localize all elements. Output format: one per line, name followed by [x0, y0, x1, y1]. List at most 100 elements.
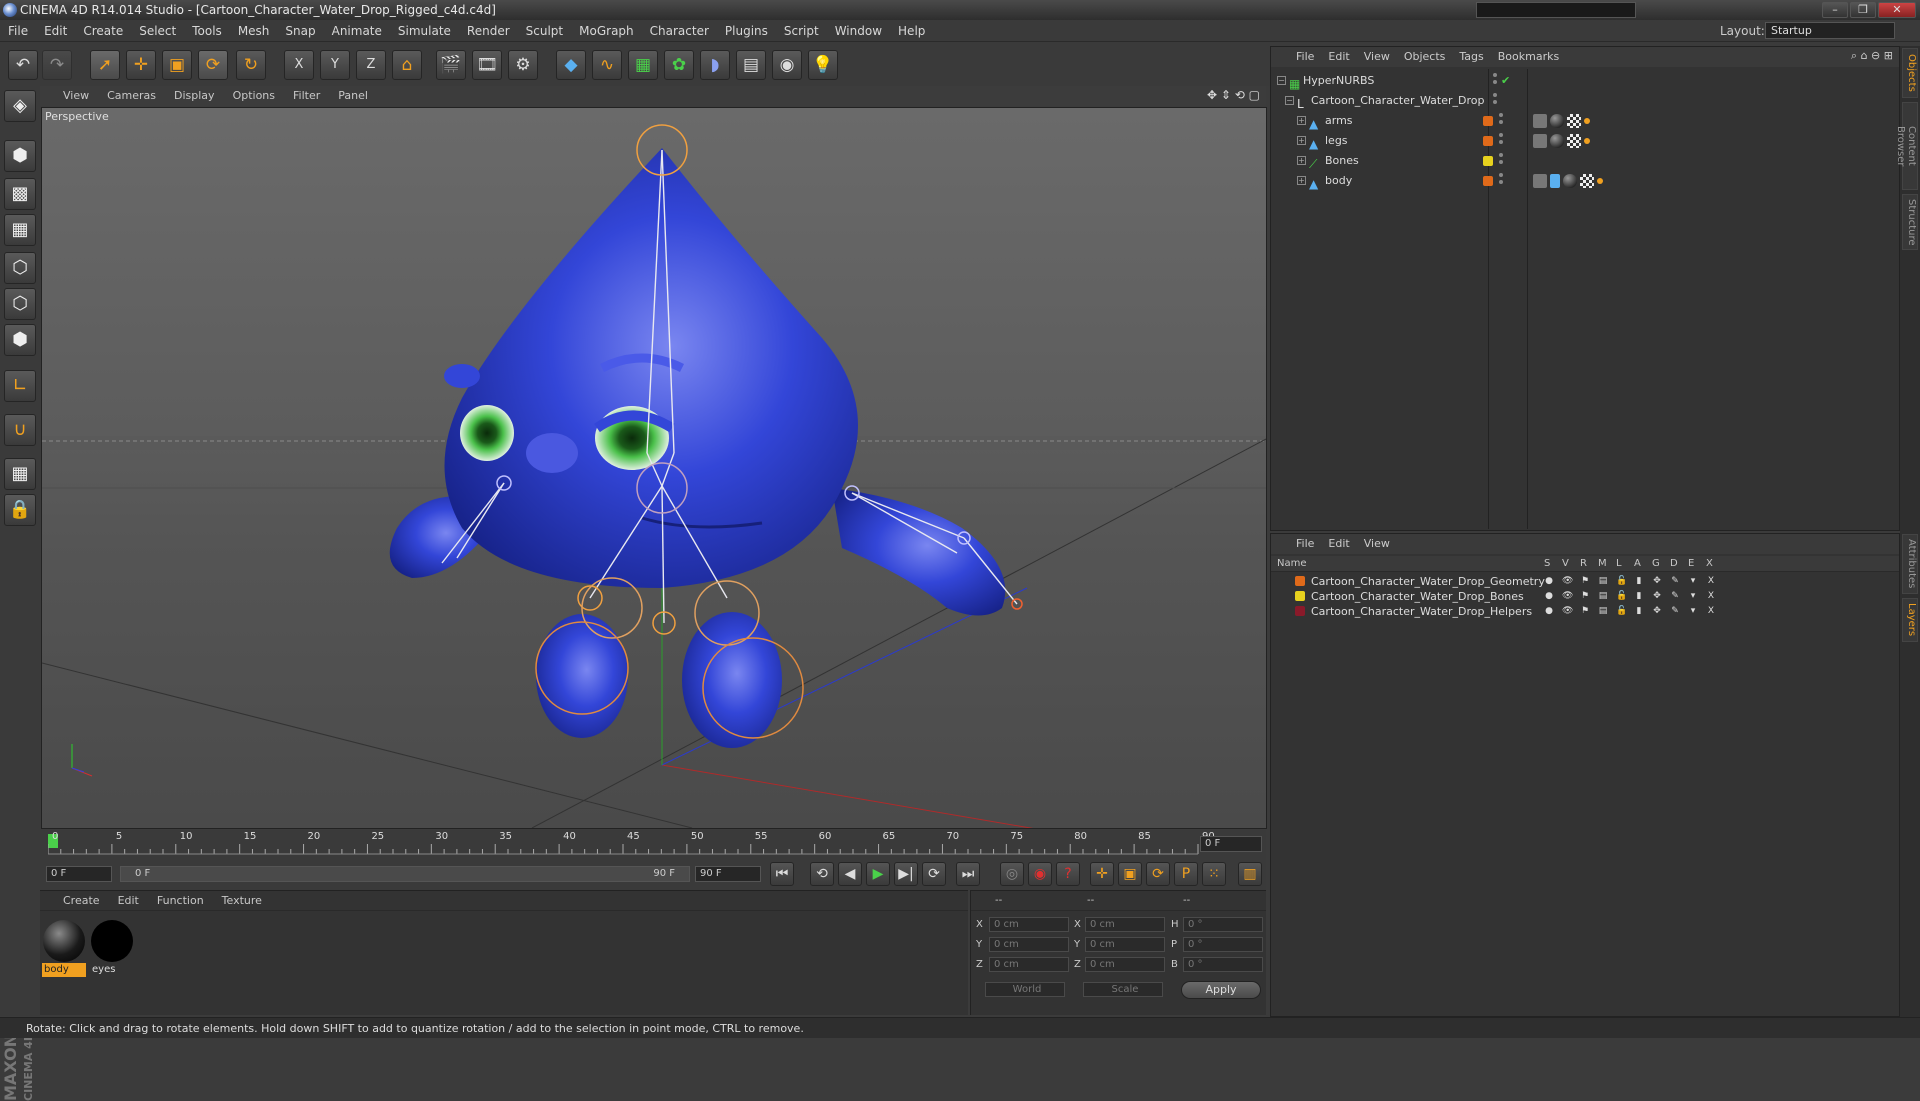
tab-objects[interactable]: Objects — [1902, 48, 1918, 98]
visibility-dots[interactable] — [1499, 173, 1503, 189]
layer-color-swatch[interactable] — [1295, 606, 1305, 616]
tab-layers[interactable]: Layers — [1902, 598, 1918, 642]
menu-mograph[interactable]: MoGraph — [571, 20, 642, 42]
visibility-dots[interactable] — [1499, 153, 1503, 169]
next-frame-icon[interactable]: ▶| — [894, 862, 918, 886]
object-tags[interactable] — [1533, 174, 1606, 188]
objmgr-search-home-icons[interactable]: ⌕ ⌂ ⊖ ⊞ — [1851, 49, 1893, 63]
layermgr-menu-edit[interactable]: Edit — [1321, 534, 1356, 554]
make-editable-icon[interactable]: ◈ — [4, 90, 36, 122]
viewport-menu-filter[interactable]: Filter — [284, 86, 329, 106]
size-mode-select[interactable]: Scale — [1083, 982, 1163, 997]
layer-row-geometry[interactable]: Cartoon_Character_Water_Drop_Geometry ● 👁… — [1271, 574, 1899, 589]
objmgr-menu-bookmarks[interactable]: Bookmarks — [1491, 47, 1566, 67]
object-tags[interactable] — [1533, 114, 1593, 128]
coordinate-system-icon[interactable]: ⌂ — [392, 50, 422, 80]
range-slider[interactable]: 0 F 90 F — [120, 866, 690, 882]
position-z-field[interactable]: 0 cm — [989, 957, 1069, 972]
scale-icon[interactable]: ▣ — [162, 50, 192, 80]
texture-mode-icon[interactable]: ▩ — [4, 178, 36, 210]
key-rotation-icon[interactable]: ⟳ — [1146, 862, 1170, 886]
viewport-nav-icons[interactable]: ✥ ⇕ ⟲ ▢ — [1207, 88, 1260, 102]
material-body[interactable]: body — [42, 919, 86, 977]
layermgr-menu-view[interactable]: View — [1357, 534, 1397, 554]
objmgr-menu-file[interactable]: File — [1289, 47, 1321, 67]
menu-snap[interactable]: Snap — [277, 20, 323, 42]
keyframe-selection-icon[interactable]: ? — [1056, 862, 1080, 886]
model-mode-icon[interactable]: ⬢ — [4, 140, 36, 172]
timeline-ruler[interactable]: 051015202530354045505560657075808590 0 F — [40, 830, 1266, 858]
workplane-icon[interactable]: ▦ — [4, 214, 36, 246]
light-icon[interactable]: 💡 — [808, 50, 838, 80]
move-icon[interactable]: ✛ — [126, 50, 156, 80]
polygons-mode-icon[interactable]: ⬢ — [4, 324, 36, 356]
render-view-icon[interactable]: 🎬 — [436, 50, 466, 80]
layer-color-swatch[interactable] — [1295, 576, 1305, 586]
rotation-h-field[interactable]: 0 ° — [1183, 917, 1263, 932]
menu-help[interactable]: Help — [890, 20, 933, 42]
tab-structure[interactable]: Structure — [1902, 194, 1918, 250]
autokey-icon[interactable]: ◉ — [1028, 862, 1052, 886]
cube-icon[interactable]: ◆ — [556, 50, 586, 80]
go-to-previous-key-icon[interactable]: ⟲ — [810, 862, 834, 886]
key-position-icon[interactable]: ✛ — [1090, 862, 1114, 886]
material-eyes[interactable]: eyes — [90, 919, 134, 977]
expand-toggle[interactable]: + — [1297, 156, 1306, 165]
menu-animate[interactable]: Animate — [324, 20, 390, 42]
menu-edit[interactable]: Edit — [36, 20, 75, 42]
camera-icon[interactable]: ◉ — [772, 50, 802, 80]
menu-simulate[interactable]: Simulate — [390, 20, 459, 42]
viewport-menu-panel[interactable]: Panel — [329, 86, 377, 106]
visibility-dots[interactable] — [1499, 113, 1503, 129]
layermgr-menu-file[interactable]: File — [1289, 534, 1321, 554]
go-to-end-icon[interactable]: ⏭ — [956, 862, 980, 886]
magnet-icon[interactable]: ∪ — [4, 414, 36, 446]
object-row-body[interactable]: + ▲ body — [1271, 171, 1899, 191]
menu-select[interactable]: Select — [131, 20, 184, 42]
size-z-field[interactable]: 0 cm — [1085, 957, 1165, 972]
x-axis-icon[interactable]: X — [284, 50, 314, 80]
points-mode-icon[interactable]: ⬡ — [4, 252, 36, 284]
menu-plugins[interactable]: Plugins — [717, 20, 776, 42]
rotate-icon[interactable]: ⟳ — [198, 50, 228, 80]
search-input[interactable] — [1476, 2, 1636, 18]
object-row-character[interactable]: − L Cartoon_Character_Water_Drop — [1271, 91, 1899, 111]
record-active-icon[interactable]: ◎ — [1000, 862, 1024, 886]
floor-icon[interactable]: ▤ — [736, 50, 766, 80]
play-icon[interactable]: ▶ — [866, 862, 890, 886]
object-row-bones[interactable]: + ⟋ Bones — [1271, 151, 1899, 171]
layer-row-bones[interactable]: Cartoon_Character_Water_Drop_Bones ● 👁 ⚑ ▤ 🔓… — [1271, 589, 1899, 604]
layer-row-helpers[interactable]: Cartoon_Character_Water_Drop_Helpers ● 👁 ⚑… — [1271, 604, 1899, 619]
current-frame-field[interactable]: 0 F — [1200, 836, 1262, 852]
object-tags[interactable] — [1533, 134, 1593, 148]
menu-create[interactable]: Create — [75, 20, 131, 42]
visibility-dots[interactable] — [1493, 93, 1497, 109]
expand-toggle[interactable]: + — [1297, 176, 1306, 185]
viewport-menu-cameras[interactable]: Cameras — [98, 86, 165, 106]
viewport-menu-view[interactable]: View — [54, 86, 98, 106]
apply-button[interactable]: Apply — [1181, 981, 1261, 999]
rotation-p-field[interactable]: 0 ° — [1183, 937, 1263, 952]
material-menu-function[interactable]: Function — [148, 891, 213, 911]
go-to-start-icon[interactable]: ⏮ — [770, 862, 794, 886]
menu-character[interactable]: Character — [642, 20, 717, 42]
object-row-hypernurbs[interactable]: − ▦ HyperNURBS ✔ — [1271, 71, 1899, 91]
redo-icon[interactable]: ↷ — [42, 50, 72, 80]
menu-file[interactable]: File — [0, 20, 36, 42]
go-to-next-key-icon[interactable]: ⟳ — [922, 862, 946, 886]
objmgr-menu-tags[interactable]: Tags — [1452, 47, 1490, 67]
position-y-field[interactable]: 0 cm — [989, 937, 1069, 952]
close-button[interactable]: ✕ — [1878, 2, 1916, 18]
objmgr-menu-view[interactable]: View — [1357, 47, 1397, 67]
key-pla-icon[interactable]: ⁙ — [1202, 862, 1226, 886]
edges-mode-icon[interactable]: ⬡ — [4, 288, 36, 320]
array-icon[interactable]: ✿ — [664, 50, 694, 80]
recent-tool-icon[interactable]: ↻ — [236, 50, 266, 80]
key-parameter-icon[interactable]: P — [1174, 862, 1198, 886]
nurbs-icon[interactable]: ▦ — [628, 50, 658, 80]
position-x-field[interactable]: 0 cm — [989, 917, 1069, 932]
menu-mesh[interactable]: Mesh — [230, 20, 278, 42]
maximize-button[interactable]: ❐ — [1850, 2, 1876, 18]
z-axis-icon[interactable]: Z — [356, 50, 386, 80]
enabled-check-icon[interactable]: ✔ — [1501, 71, 1510, 91]
